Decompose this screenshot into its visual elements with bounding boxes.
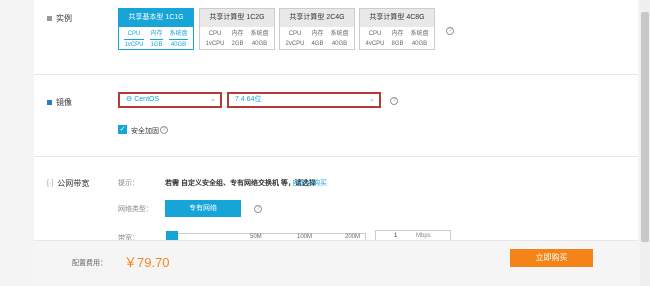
- version-value: 7.4 64位: [235, 96, 262, 103]
- scrollbar-thumb[interactable]: [641, 12, 649, 242]
- help-icon[interactable]: ?: [254, 205, 262, 213]
- security-checkbox[interactable]: ✓: [118, 125, 127, 134]
- instance-card-1c1g[interactable]: 共享基本型 1C1G CPU 1vCPU 内存 1GB 系统盘 40GB: [118, 8, 194, 50]
- spec-label: 系统盘: [169, 31, 188, 37]
- custom-purchase-link[interactable]: 自定义购买: [292, 178, 327, 188]
- spec-label: 系统盘: [250, 31, 269, 37]
- instance-card-title: 共享计算型 2C4G: [280, 9, 354, 27]
- buy-now-button[interactable]: 立即购买: [510, 249, 593, 267]
- instance-card-title: 共享基本型 1C1G: [119, 9, 193, 27]
- spec-label: CPU: [127, 31, 141, 37]
- spec-label: 内存: [311, 31, 324, 37]
- spec-value: 1vCPU: [124, 39, 144, 50]
- hint-label: 提示：: [118, 180, 139, 187]
- image-section-label: 镜像: [47, 97, 72, 108]
- page: 实例 共享基本型 1C1G CPU 1vCPU 内存 1GB 系统盘 40GB 共享计…: [0, 0, 650, 286]
- bandwidth-label: 公网带宽: [57, 179, 90, 188]
- fee-label: 配置费用：: [72, 260, 107, 267]
- spec-label: CPU: [288, 31, 302, 37]
- os-value: CentOS: [134, 96, 160, 103]
- spec-label: 系统盘: [330, 31, 349, 37]
- spec-value: 40GB: [411, 41, 428, 47]
- spec-value: 40GB: [169, 39, 188, 50]
- instance-card-title: 共享计算型 1C2G: [200, 9, 274, 27]
- instance-card-1c2g[interactable]: 共享计算型 1C2G CPU 1vCPU 内存 2GB 系统盘 40GB: [199, 8, 275, 50]
- spec-label: CPU: [208, 31, 222, 37]
- chevron-down-icon: ⌄: [369, 96, 375, 103]
- help-icon[interactable]: ?: [446, 27, 454, 35]
- spec-label: 内存: [231, 31, 244, 37]
- vpc-network-button[interactable]: 专有网络: [165, 200, 241, 217]
- network-type-label: 网络类型：: [118, 206, 153, 213]
- spec-value: 2vCPU: [285, 41, 305, 47]
- instance-label: 实例: [56, 14, 72, 23]
- spec-value: 2GB: [231, 41, 244, 47]
- instance-card-title: 共享计算型 4C8G: [360, 9, 434, 27]
- instance-icon: [47, 16, 52, 21]
- bracket-icon: [·]: [47, 180, 54, 187]
- version-select[interactable]: 7.4 64位 ⌄: [227, 92, 381, 108]
- os-select[interactable]: ⚙ CentOS ⌄: [118, 92, 222, 108]
- instance-card-4c8g[interactable]: 共享计算型 4C8G CPU 4vCPU 内存 8GB 系统盘 40GB: [359, 8, 435, 50]
- spec-label: 系统盘: [410, 31, 429, 37]
- spec-value: 8GB: [391, 41, 404, 47]
- bandwidth-section-label: [·] 公网带宽: [47, 178, 89, 189]
- price-value: ￥79.70: [124, 255, 170, 270]
- image-label: 镜像: [56, 98, 72, 107]
- divider: [34, 74, 638, 75]
- divider: [34, 156, 638, 157]
- chevron-down-icon: ⌄: [210, 96, 216, 103]
- spec-value: 4GB: [311, 41, 324, 47]
- help-icon[interactable]: ?: [160, 126, 168, 134]
- image-icon: [47, 100, 52, 105]
- spec-value: 40GB: [331, 41, 348, 47]
- security-label: 安全加固: [131, 128, 159, 135]
- spec-label: 内存: [391, 31, 404, 37]
- spec-value: 40GB: [251, 41, 268, 47]
- spec-value: 1GB: [150, 39, 163, 50]
- spec-value: 4vCPU: [365, 41, 385, 47]
- spec-label: 内存: [150, 31, 163, 37]
- help-icon[interactable]: ?: [390, 97, 398, 105]
- instance-section-label: 实例: [47, 13, 72, 24]
- gear-icon: ⚙: [126, 96, 133, 103]
- spec-value: 1vCPU: [205, 41, 225, 47]
- instance-card-2c4g[interactable]: 共享计算型 2C4G CPU 2vCPU 内存 4GB 系统盘 40GB: [279, 8, 355, 50]
- spec-label: CPU: [368, 31, 382, 37]
